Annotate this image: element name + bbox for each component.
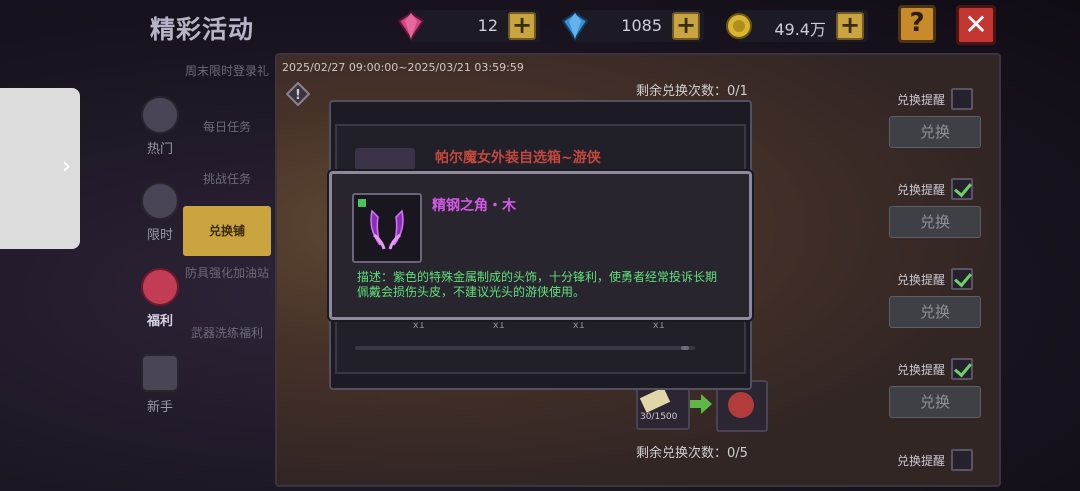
- box-title: 帕尔魔女外装自选箱~游侠: [435, 150, 601, 166]
- subtab-challenge-tasks[interactable]: 挑战任务: [183, 172, 271, 187]
- subtab-armor-boost[interactable]: 防具强化加油站: [183, 266, 271, 300]
- event-dates: 2025/02/27 09:00:00~2025/03/21 03:59:59: [282, 61, 524, 74]
- gift-bag-icon: [141, 268, 179, 306]
- cost-counter: 30/1500: [640, 412, 678, 422]
- box-slot[interactable]: x1: [441, 320, 505, 338]
- resource-gold: 49.4万 +: [726, 10, 868, 42]
- gem-pink-icon: [397, 11, 425, 41]
- reminder-checkbox[interactable]: [951, 358, 973, 380]
- box-slot[interactable]: x1: [601, 320, 665, 338]
- item-icon: [352, 193, 422, 263]
- add-gems-blue-button[interactable]: +: [672, 12, 700, 40]
- gold-coin-icon: [726, 13, 752, 39]
- help-button[interactable]: ?: [898, 5, 936, 43]
- subtab-weapon-refine[interactable]: 武器洗练福利: [183, 326, 271, 341]
- subtab-daily-tasks[interactable]: 每日任务: [183, 120, 271, 135]
- item-description: 描述：紫色的特殊金属制成的头饰，十分锋利，使勇者经常投诉长期佩戴会损伤头皮，不建…: [357, 270, 718, 299]
- box-slot[interactable]: x1: [521, 320, 585, 338]
- reminder-checkbox[interactable]: [951, 88, 973, 110]
- newbie-icon: [141, 354, 179, 392]
- category-newbie[interactable]: 新手: [136, 354, 184, 415]
- info-diamond-icon[interactable]: !: [286, 82, 310, 106]
- category-label: 福利: [146, 314, 173, 329]
- subtab-exchange-shop[interactable]: 兑换铺: [183, 206, 271, 256]
- item-name: 精钢之角・木: [432, 198, 516, 214]
- close-button[interactable]: ✕: [956, 5, 996, 45]
- category-hot[interactable]: 热门: [136, 96, 184, 157]
- exchange-button[interactable]: 兑换: [889, 386, 981, 418]
- reminder-label: 兑换提醒: [896, 183, 945, 197]
- category-limited[interactable]: 限时: [136, 182, 184, 243]
- reminder-checkbox[interactable]: [951, 268, 973, 290]
- arrow-right-icon: [690, 394, 712, 414]
- resource-gems-pink: 12 +: [397, 10, 540, 42]
- reminder-label: 兑换提醒: [896, 363, 945, 377]
- box-scrollbar[interactable]: [355, 346, 695, 350]
- reminder-label: 兑换提醒: [896, 273, 945, 287]
- category-label: 新手: [146, 400, 173, 415]
- reward-item-icon: [728, 392, 754, 418]
- reminder-label: 兑换提醒: [896, 454, 945, 468]
- exchange-button[interactable]: 兑换: [889, 116, 981, 148]
- ticket-icon: [639, 387, 671, 413]
- svg-text:!: !: [295, 88, 301, 103]
- add-gold-button[interactable]: +: [836, 12, 864, 40]
- horn-headpiece-icon: [358, 199, 404, 250]
- resource-value: 12: [477, 16, 498, 35]
- reminder-label: 兑换提醒: [896, 93, 945, 107]
- category-label: 热门: [146, 142, 173, 157]
- resource-value: 49.4万: [774, 20, 826, 39]
- box-slot[interactable]: x1: [361, 320, 425, 338]
- box-icon: [355, 148, 415, 170]
- resource-value: 1085: [621, 16, 662, 35]
- side-drawer-toggle[interactable]: ›: [0, 88, 80, 249]
- gem-blue-icon: [561, 11, 589, 41]
- reminder-checkbox[interactable]: [951, 449, 973, 471]
- cost-item-slot[interactable]: 30/1500: [636, 384, 690, 430]
- item-tooltip: 精钢之角・木 描述：紫色的特殊金属制成的头饰，十分锋利，使勇者经常投诉长期佩戴会…: [329, 171, 752, 320]
- exchange-button[interactable]: 兑换: [889, 296, 981, 328]
- exchange-button[interactable]: 兑换: [889, 206, 981, 238]
- resource-gems-blue: 1085 +: [561, 10, 704, 42]
- hot-icon: [141, 96, 179, 134]
- clock-icon: [141, 182, 179, 220]
- reminder-checkbox[interactable]: [951, 178, 973, 200]
- page-title: 精彩活动: [150, 15, 255, 44]
- chevron-right-icon: ›: [62, 154, 72, 179]
- scroll-thumb[interactable]: [681, 346, 689, 350]
- category-label: 限时: [146, 228, 173, 243]
- subtab-weekend-login[interactable]: 周末限时登录礼: [183, 62, 271, 96]
- category-welfare[interactable]: 福利: [136, 268, 184, 329]
- add-gems-pink-button[interactable]: +: [508, 12, 536, 40]
